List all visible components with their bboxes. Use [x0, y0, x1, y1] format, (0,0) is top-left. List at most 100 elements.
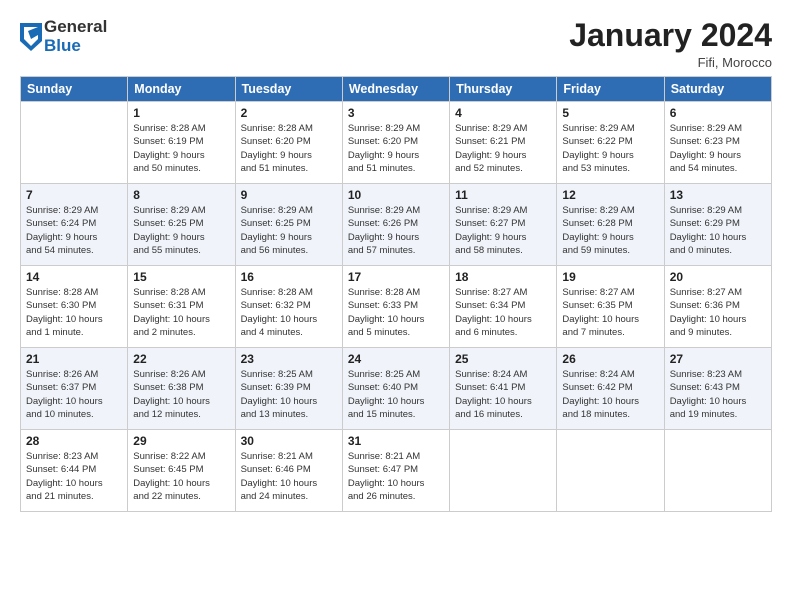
day-info: Sunrise: 8:24 AM Sunset: 6:42 PM Dayligh… [562, 368, 658, 421]
day-info: Sunrise: 8:27 AM Sunset: 6:35 PM Dayligh… [562, 286, 658, 339]
day-number: 5 [562, 106, 658, 120]
logo-general: General [44, 18, 107, 37]
day-number: 29 [133, 434, 229, 448]
calendar-cell [21, 102, 128, 184]
day-number: 19 [562, 270, 658, 284]
title-block: January 2024 Fifi, Morocco [569, 18, 772, 70]
day-info: Sunrise: 8:25 AM Sunset: 6:39 PM Dayligh… [241, 368, 337, 421]
day-number: 9 [241, 188, 337, 202]
day-info: Sunrise: 8:23 AM Sunset: 6:43 PM Dayligh… [670, 368, 766, 421]
day-number: 12 [562, 188, 658, 202]
day-number: 18 [455, 270, 551, 284]
calendar-cell: 3Sunrise: 8:29 AM Sunset: 6:20 PM Daylig… [342, 102, 449, 184]
day-number: 17 [348, 270, 444, 284]
day-info: Sunrise: 8:28 AM Sunset: 6:33 PM Dayligh… [348, 286, 444, 339]
day-number: 26 [562, 352, 658, 366]
calendar-cell: 10Sunrise: 8:29 AM Sunset: 6:26 PM Dayli… [342, 184, 449, 266]
calendar: Sunday Monday Tuesday Wednesday Thursday… [20, 76, 772, 512]
day-info: Sunrise: 8:29 AM Sunset: 6:20 PM Dayligh… [348, 122, 444, 175]
col-sunday: Sunday [21, 77, 128, 102]
calendar-cell: 5 Sunrise: 8:29 AM Sunset: 6:22 PM Daylig… [557, 102, 664, 184]
calendar-cell: 21 Sunrise: 8:26 AM Sunset: 6:37 PM Dayli… [21, 348, 128, 430]
calendar-cell: 18 Sunrise: 8:27 AM Sunset: 6:34 PM Dayli… [450, 266, 557, 348]
day-info: Sunrise: 8:23 AM Sunset: 6:44 PM Dayligh… [26, 450, 122, 503]
col-wednesday: Wednesday [342, 77, 449, 102]
calendar-cell: 29 Sunrise: 8:22 AM Sunset: 6:45 PM Dayli… [128, 430, 235, 512]
calendar-cell: 16 Sunrise: 8:28 AM Sunset: 6:32 PM Dayli… [235, 266, 342, 348]
day-info: Sunrise: 8:29 AM Sunset: 6:25 PM Dayligh… [133, 204, 229, 257]
day-number: 16 [241, 270, 337, 284]
day-number: 14 [26, 270, 122, 284]
calendar-cell: 6 Sunrise: 8:29 AM Sunset: 6:23 PM Daylig… [664, 102, 771, 184]
day-info: Sunrise: 8:26 AM Sunset: 6:38 PM Dayligh… [133, 368, 229, 421]
col-thursday: Thursday [450, 77, 557, 102]
month-title: January 2024 [569, 18, 772, 53]
location: Fifi, Morocco [569, 55, 772, 70]
calendar-cell: 28 Sunrise: 8:23 AM Sunset: 6:44 PM Dayli… [21, 430, 128, 512]
calendar-cell: 7Sunrise: 8:29 AM Sunset: 6:24 PM Daylig… [21, 184, 128, 266]
page: General Blue January 2024 Fifi, Morocco … [0, 0, 792, 612]
day-number: 13 [670, 188, 766, 202]
logo-blue: Blue [44, 37, 107, 56]
day-info: Sunrise: 8:27 AM Sunset: 6:36 PM Dayligh… [670, 286, 766, 339]
day-info: Sunrise: 8:25 AM Sunset: 6:40 PM Dayligh… [348, 368, 444, 421]
day-number: 15 [133, 270, 229, 284]
day-info: Sunrise: 8:28 AM Sunset: 6:31 PM Dayligh… [133, 286, 229, 339]
calendar-header: Sunday Monday Tuesday Wednesday Thursday… [21, 77, 772, 102]
calendar-cell: 11 Sunrise: 8:29 AM Sunset: 6:27 PM Dayli… [450, 184, 557, 266]
calendar-week-4: 21 Sunrise: 8:26 AM Sunset: 6:37 PM Dayli… [21, 348, 772, 430]
day-info: Sunrise: 8:21 AM Sunset: 6:46 PM Dayligh… [241, 450, 337, 503]
day-info: Sunrise: 8:29 AM Sunset: 6:29 PM Dayligh… [670, 204, 766, 257]
day-number: 25 [455, 352, 551, 366]
day-number: 24 [348, 352, 444, 366]
calendar-cell: 26 Sunrise: 8:24 AM Sunset: 6:42 PM Dayli… [557, 348, 664, 430]
day-info: Sunrise: 8:22 AM Sunset: 6:45 PM Dayligh… [133, 450, 229, 503]
day-number: 11 [455, 188, 551, 202]
logo: General Blue [20, 18, 107, 55]
calendar-cell: 24 Sunrise: 8:25 AM Sunset: 6:40 PM Dayli… [342, 348, 449, 430]
day-number: 2 [241, 106, 337, 120]
col-monday: Monday [128, 77, 235, 102]
calendar-week-2: 7Sunrise: 8:29 AM Sunset: 6:24 PM Daylig… [21, 184, 772, 266]
header: General Blue January 2024 Fifi, Morocco [20, 18, 772, 70]
calendar-cell: 20Sunrise: 8:27 AM Sunset: 6:36 PM Dayli… [664, 266, 771, 348]
day-number: 8 [133, 188, 229, 202]
day-number: 31 [348, 434, 444, 448]
day-info: Sunrise: 8:28 AM Sunset: 6:32 PM Dayligh… [241, 286, 337, 339]
calendar-cell [664, 430, 771, 512]
day-number: 21 [26, 352, 122, 366]
calendar-cell: 9Sunrise: 8:29 AM Sunset: 6:25 PM Daylig… [235, 184, 342, 266]
day-info: Sunrise: 8:29 AM Sunset: 6:28 PM Dayligh… [562, 204, 658, 257]
calendar-cell: 8 Sunrise: 8:29 AM Sunset: 6:25 PM Daylig… [128, 184, 235, 266]
day-number: 10 [348, 188, 444, 202]
calendar-cell: 19 Sunrise: 8:27 AM Sunset: 6:35 PM Dayli… [557, 266, 664, 348]
day-info: Sunrise: 8:21 AM Sunset: 6:47 PM Dayligh… [348, 450, 444, 503]
day-info: Sunrise: 8:29 AM Sunset: 6:24 PM Dayligh… [26, 204, 122, 257]
calendar-cell: 4Sunrise: 8:29 AM Sunset: 6:21 PM Daylig… [450, 102, 557, 184]
day-number: 28 [26, 434, 122, 448]
calendar-cell: 14 Sunrise: 8:28 AM Sunset: 6:30 PM Dayli… [21, 266, 128, 348]
day-info: Sunrise: 8:24 AM Sunset: 6:41 PM Dayligh… [455, 368, 551, 421]
calendar-cell: 12 Sunrise: 8:29 AM Sunset: 6:28 PM Dayli… [557, 184, 664, 266]
calendar-cell: 13 Sunrise: 8:29 AM Sunset: 6:29 PM Dayli… [664, 184, 771, 266]
calendar-week-3: 14 Sunrise: 8:28 AM Sunset: 6:30 PM Dayli… [21, 266, 772, 348]
day-info: Sunrise: 8:26 AM Sunset: 6:37 PM Dayligh… [26, 368, 122, 421]
day-info: Sunrise: 8:29 AM Sunset: 6:27 PM Dayligh… [455, 204, 551, 257]
day-info: Sunrise: 8:29 AM Sunset: 6:22 PM Dayligh… [562, 122, 658, 175]
col-tuesday: Tuesday [235, 77, 342, 102]
calendar-cell: 15 Sunrise: 8:28 AM Sunset: 6:31 PM Dayli… [128, 266, 235, 348]
calendar-week-1: 1Sunrise: 8:28 AM Sunset: 6:19 PM Daylig… [21, 102, 772, 184]
logo-icon [20, 23, 42, 51]
header-row: Sunday Monday Tuesday Wednesday Thursday… [21, 77, 772, 102]
day-info: Sunrise: 8:27 AM Sunset: 6:34 PM Dayligh… [455, 286, 551, 339]
calendar-cell: 27Sunrise: 8:23 AM Sunset: 6:43 PM Dayli… [664, 348, 771, 430]
day-number: 6 [670, 106, 766, 120]
calendar-body: 1Sunrise: 8:28 AM Sunset: 6:19 PM Daylig… [21, 102, 772, 512]
day-info: Sunrise: 8:28 AM Sunset: 6:30 PM Dayligh… [26, 286, 122, 339]
day-number: 22 [133, 352, 229, 366]
day-info: Sunrise: 8:29 AM Sunset: 6:21 PM Dayligh… [455, 122, 551, 175]
day-info: Sunrise: 8:29 AM Sunset: 6:23 PM Dayligh… [670, 122, 766, 175]
calendar-cell: 25 Sunrise: 8:24 AM Sunset: 6:41 PM Dayli… [450, 348, 557, 430]
day-number: 30 [241, 434, 337, 448]
calendar-cell: 1Sunrise: 8:28 AM Sunset: 6:19 PM Daylig… [128, 102, 235, 184]
